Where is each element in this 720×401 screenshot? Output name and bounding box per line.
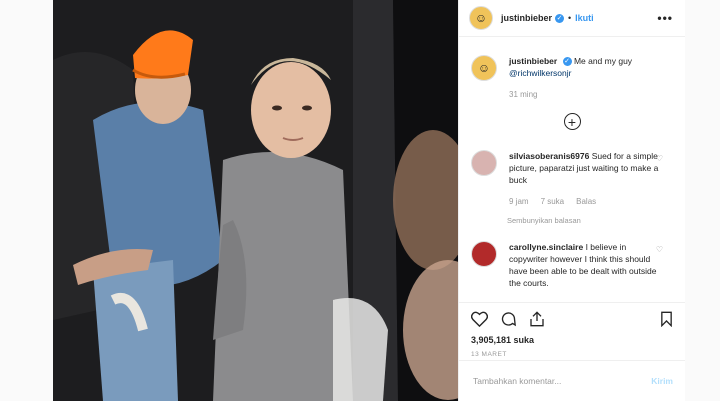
comment-time: 9 jam <box>509 197 529 206</box>
add-reply-icon[interactable]: + <box>563 113 581 130</box>
comment-username[interactable]: carollyne.sinclaire <box>509 242 583 252</box>
comment-username[interactable]: silviasoberanis6976 <box>509 151 589 161</box>
comment-meta: 9 jam 7 suka Balas <box>509 196 659 208</box>
commenter-avatar[interactable] <box>471 241 497 267</box>
heart-icon[interactable]: ♡ <box>656 245 663 254</box>
more-icon[interactable]: ••• <box>657 11 673 25</box>
follow-button[interactable]: Ikuti <box>575 13 594 23</box>
author-username[interactable]: justinbieber <box>501 13 552 23</box>
caption-time: 31 ming <box>509 90 538 99</box>
share-icon[interactable] <box>529 311 545 327</box>
commenter-avatar[interactable] <box>471 150 497 176</box>
action-icons <box>471 309 673 329</box>
verified-icon: ✓ <box>555 13 565 23</box>
comment-icon[interactable] <box>500 311 517 327</box>
caption-mention[interactable]: @richwilkersonjr <box>509 68 571 78</box>
like-count[interactable]: 3,905,181 suka <box>471 335 673 345</box>
hide-replies-link[interactable]: Sembunyikan balasan <box>507 216 673 225</box>
add-comment-bar: Kirim <box>459 360 685 401</box>
caption-username[interactable]: justinbieber <box>509 56 557 66</box>
comment-likes[interactable]: 7 suka <box>541 196 565 208</box>
post-sidebar: ☺ justinbieber ✓ • Ikuti ••• ☺ justinbie… <box>458 0 685 401</box>
comment-text-block: carollyne.sinclaire I believe in copywri… <box>509 241 659 289</box>
caption-avatar[interactable]: ☺ <box>471 55 497 81</box>
comment-text-block: silviasoberanis6976 Sued for a simple pi… <box>509 150 659 208</box>
post-actions: 3,905,181 suka 13 MARET <box>459 302 685 367</box>
caption-meta: 31 ming <box>509 89 659 101</box>
comment-input[interactable] <box>471 375 652 387</box>
author-avatar[interactable]: ☺ <box>469 6 493 30</box>
list-item: silviasoberanis6976 Sued for a simple pi… <box>471 150 673 208</box>
photo-illustration <box>53 0 458 401</box>
caption-text: Me and my guy <box>573 56 633 66</box>
heart-icon[interactable]: ♡ <box>656 154 663 163</box>
reply-button[interactable]: Balas <box>576 196 596 208</box>
separator-dot: • <box>568 13 572 23</box>
heart-icon[interactable] <box>471 311 488 327</box>
post-photo[interactable] <box>53 0 458 401</box>
comments-section[interactable]: ☺ justinbieber ✓ Me and my guy @richwilk… <box>459 37 685 301</box>
post-date: 13 MARET <box>471 351 507 358</box>
post-comment-button[interactable]: Kirim <box>651 376 673 386</box>
list-item: carollyne.sinclaire I believe in copywri… <box>471 241 673 289</box>
post-header: ☺ justinbieber ✓ • Ikuti ••• <box>459 0 685 37</box>
caption-text-block: justinbieber ✓ Me and my guy @richwilker… <box>509 55 659 101</box>
bookmark-icon[interactable] <box>660 311 673 327</box>
verified-icon: ✓ <box>562 57 572 67</box>
caption: ☺ justinbieber ✓ Me and my guy @richwilk… <box>471 55 673 101</box>
